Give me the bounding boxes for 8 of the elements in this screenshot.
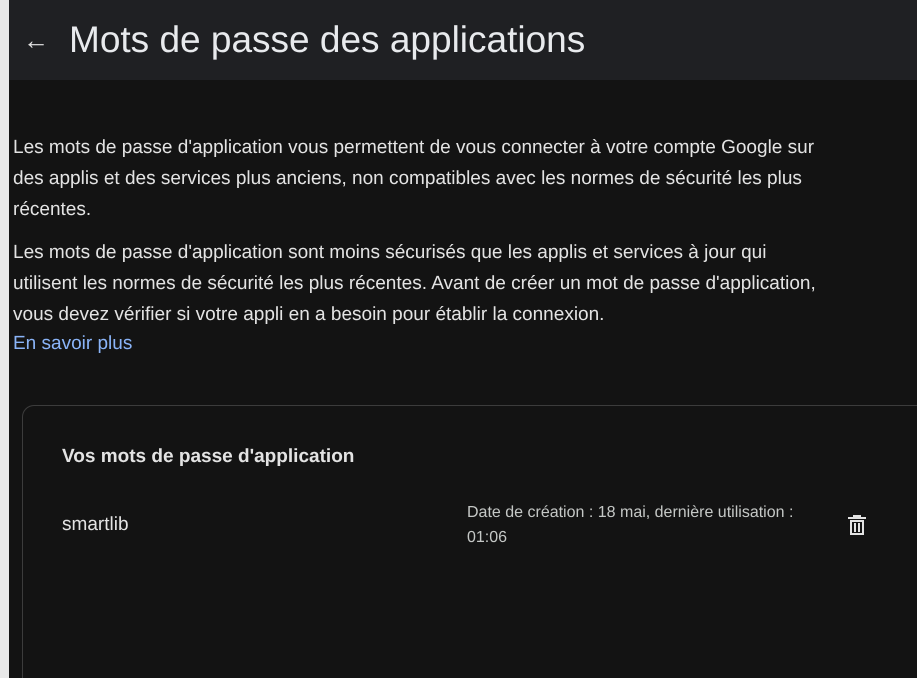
description-paragraph: Les mots de passe d'application vous permettent de vous connecter à votre compte Google sur des applis et des services plus anciens, non compatibles avec les normes de sécurité les plus récentes. — [13, 136, 816, 222]
password-details: Date de création : 18 mai, dernière utilisation : 01:06 — [467, 503, 794, 548]
page-title: Mots de passe des applications — [69, 18, 586, 62]
app-name: smartlib — [62, 513, 130, 538]
description-paragraph: Les mots de passe d'application sont moins sécurisés que les applis et services à jour qui utilisent les normes de sécurité les plus récentes. Avant de créer un mot de passe d'application, vous devez vérifier si votre appli en a besoin pour établir la connexion. — [13, 241, 817, 327]
card-title: Vos mots de passe d'application — [62, 446, 356, 468]
delete-icon[interactable] — [847, 513, 867, 538]
learn-more-link[interactable]: En savoir plus — [13, 333, 132, 354]
